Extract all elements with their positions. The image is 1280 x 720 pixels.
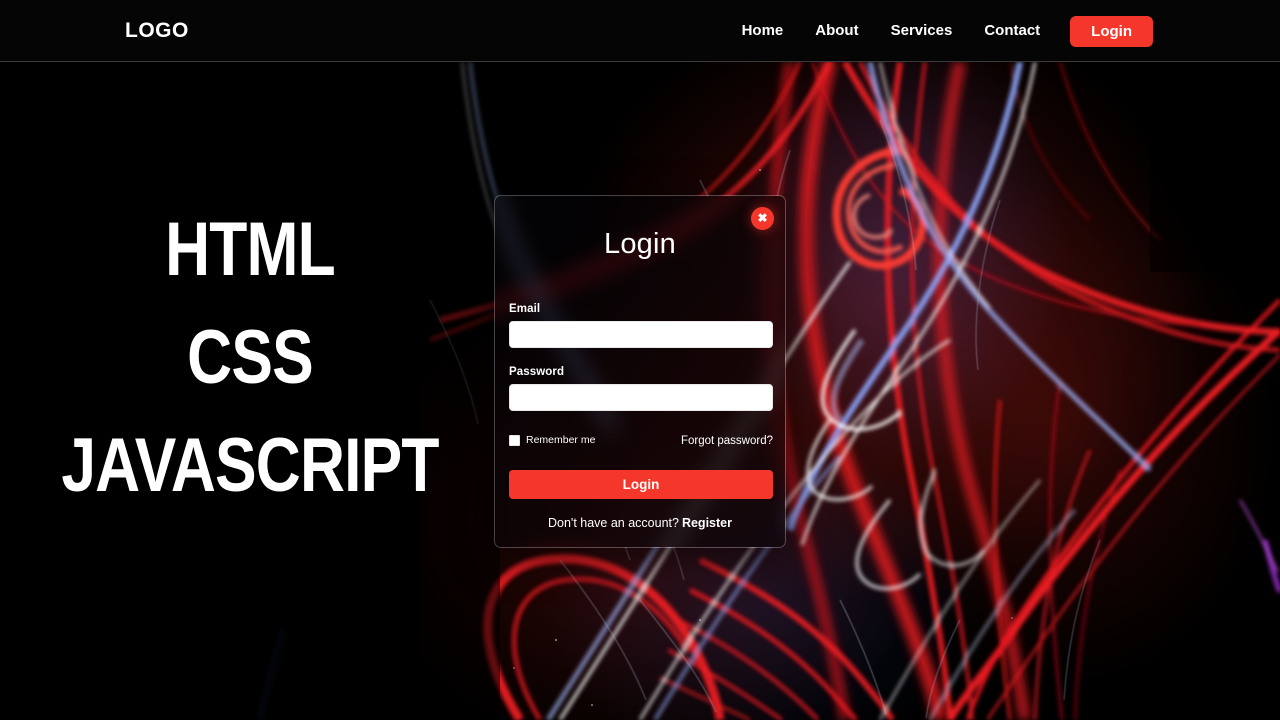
modal-title: Login [604,228,676,260]
hero-heading: HTML CSS JAVASCRIPT [0,196,500,520]
remember-me-label[interactable]: Remember me [526,434,595,447]
hero-line-javascript: JAVASCRIPT [61,423,439,508]
email-label: Email [509,303,541,315]
main-navigation: Home About Services Contact Login [726,0,1280,62]
options-row: Remember me Forgot password? [509,434,773,450]
remember-me-checkbox[interactable] [509,435,520,446]
login-modal: ✖ Login Email Password Remember me Forgo… [494,195,786,548]
email-field-group: Email [509,302,773,348]
brand-logo[interactable]: LOGO [125,18,189,44]
modal-login-submit-button[interactable]: Login [509,470,773,499]
header-login-button[interactable]: Login [1070,15,1153,47]
nav-item-about[interactable]: About [799,0,874,62]
hero-line-html: HTML [165,207,336,292]
password-field-group: Password [509,365,773,411]
nav-item-contact[interactable]: Contact [968,0,1056,62]
signup-prompt-text: Don't have an account? [548,516,679,530]
forgot-password-link[interactable]: Forgot password? [681,434,773,448]
hero-line-css: CSS [187,315,314,400]
email-input[interactable] [509,321,773,348]
register-link[interactable]: Register [682,516,732,530]
modal-content: ✖ Login Email Password Remember me Forgo… [495,196,785,547]
password-input[interactable] [509,384,773,411]
remember-me-group[interactable]: Remember me [509,434,595,447]
nav-item-services[interactable]: Services [875,0,969,62]
site-header: LOGO Home About Services Contact Login [0,0,1280,62]
signup-prompt-row: Don't have an account? Register [495,515,785,531]
nav-item-home[interactable]: Home [726,0,800,62]
password-label: Password [509,366,565,378]
